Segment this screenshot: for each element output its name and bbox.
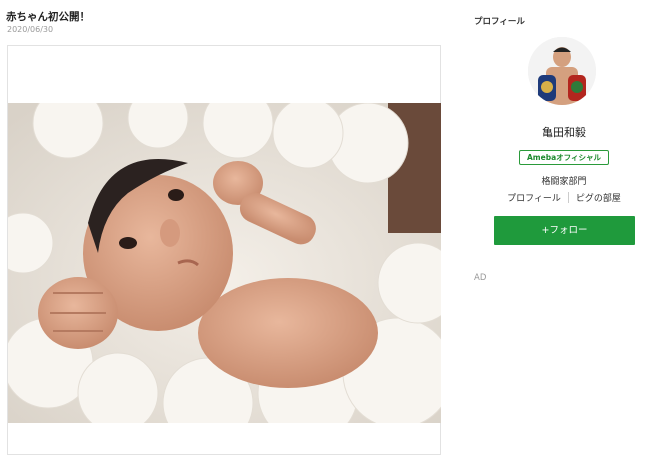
article-title: 赤ちゃん初公開！ bbox=[6, 11, 90, 23]
follow-button[interactable]: +フォロー bbox=[494, 216, 635, 245]
official-badge: Amebaオフィシャル bbox=[519, 150, 609, 165]
profile-category[interactable]: 格闘家部門 bbox=[494, 174, 634, 187]
profile-links: プロフィール ピグの部屋 bbox=[494, 191, 634, 204]
sidebar-heading: プロフィール bbox=[474, 17, 525, 27]
profile-link[interactable]: プロフィール bbox=[507, 191, 561, 204]
profile-name[interactable]: 亀田和毅 bbox=[494, 124, 634, 140]
pigg-room-link[interactable]: ピグの部屋 bbox=[576, 191, 621, 204]
article-photo[interactable] bbox=[8, 103, 441, 423]
avatar[interactable] bbox=[528, 37, 596, 105]
article-date: 2020/06/30 bbox=[7, 25, 54, 34]
ad-label: AD bbox=[474, 273, 487, 283]
link-divider bbox=[567, 192, 569, 203]
